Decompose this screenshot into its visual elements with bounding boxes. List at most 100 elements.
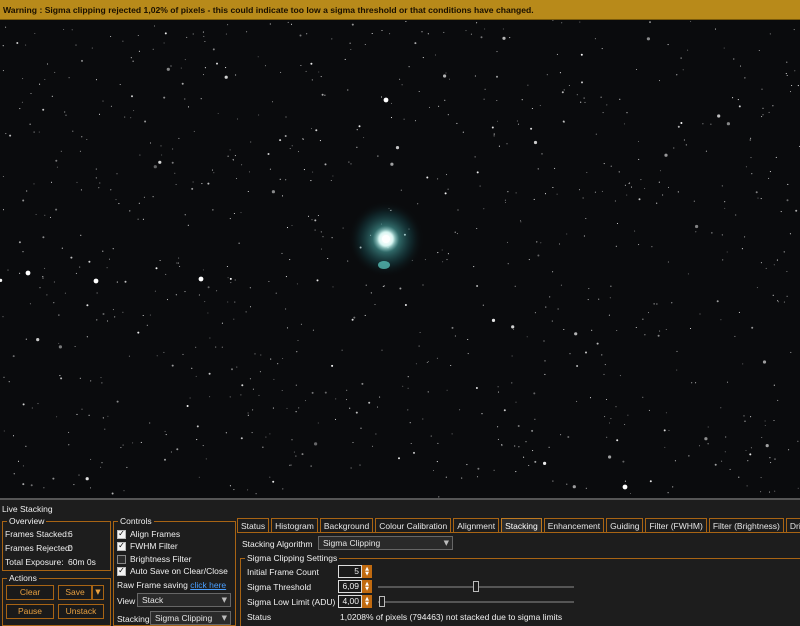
- tab-colour-calibration[interactable]: Colour Calibration: [375, 518, 452, 533]
- star: [13, 473, 15, 475]
- star: [446, 389, 448, 391]
- star: [525, 441, 527, 443]
- star: [203, 35, 205, 37]
- tab-divider: [237, 532, 800, 533]
- tab-alignment[interactable]: Alignment: [453, 518, 500, 533]
- star: [335, 398, 337, 400]
- tab-drift-graph[interactable]: Drift Graph: [785, 518, 800, 533]
- star: [88, 260, 91, 263]
- warning-banner: Warning : Sigma clipping rejected 1,02% …: [0, 0, 800, 20]
- star: [311, 219, 313, 221]
- star: [295, 411, 297, 413]
- pause-button[interactable]: Pause: [6, 604, 54, 619]
- star: [216, 62, 218, 65]
- star: [534, 460, 537, 463]
- tab-status[interactable]: Status: [237, 518, 270, 533]
- star: [624, 423, 626, 426]
- star: [2, 209, 5, 211]
- star: [746, 485, 748, 487]
- stepper-arrows-icon[interactable]: ▲ ▼: [362, 565, 372, 578]
- star: [729, 468, 731, 470]
- star: [248, 171, 251, 173]
- star: [569, 353, 571, 355]
- star: [683, 139, 685, 141]
- star: [275, 292, 277, 294]
- star: [68, 77, 70, 79]
- star: [252, 409, 254, 411]
- star: [73, 484, 75, 486]
- initial-frame-count-value[interactable]: 5: [338, 565, 362, 578]
- tab-background[interactable]: Background: [319, 518, 374, 533]
- star: [744, 420, 746, 422]
- raw-frame-saving-row: Raw Frame saving click here: [117, 580, 226, 590]
- star: [269, 433, 271, 435]
- sigma-threshold-stepper[interactable]: 6,09 ▲ ▼: [338, 580, 372, 593]
- tab-filter-fwhm[interactable]: Filter (FWHM): [645, 518, 707, 533]
- star: [159, 259, 161, 262]
- stepper-arrows-icon[interactable]: ▲ ▼: [362, 580, 372, 593]
- star: [549, 296, 551, 298]
- star: [269, 168, 271, 170]
- star: [270, 358, 272, 360]
- align-frames-checkbox[interactable]: ✓ Align Frames: [117, 528, 180, 540]
- view-select[interactable]: Stack ▼: [137, 593, 231, 607]
- tab-histogram[interactable]: Histogram: [271, 518, 318, 533]
- stacked-image-view[interactable]: [0, 20, 800, 498]
- stepper-arrows-icon[interactable]: ▲ ▼: [362, 595, 372, 608]
- sigma-low-limit-slider[interactable]: [378, 601, 574, 603]
- sigma-threshold-value[interactable]: 6,09: [338, 580, 362, 593]
- star: [580, 53, 583, 56]
- save-button[interactable]: Save: [58, 585, 92, 600]
- stacking-select[interactable]: Sigma Clipping ▼: [150, 611, 231, 625]
- brightness-filter-checkbox[interactable]: Brightness Filter: [117, 553, 191, 565]
- star: [552, 480, 554, 482]
- star: [627, 414, 629, 416]
- star: [407, 376, 409, 378]
- sigma-low-limit-value[interactable]: 4,00: [338, 595, 362, 608]
- star: [637, 140, 640, 143]
- star: [22, 483, 25, 486]
- star: [774, 490, 776, 492]
- star: [215, 346, 217, 348]
- tab-stacking[interactable]: Stacking: [501, 518, 542, 533]
- tab-guiding[interactable]: Guiding: [606, 518, 644, 533]
- star: [259, 371, 261, 373]
- stacking-algorithm-select[interactable]: Sigma Clipping ▼: [318, 536, 453, 550]
- save-dropdown-button[interactable]: ▼: [92, 585, 104, 600]
- star: [788, 449, 790, 451]
- star: [437, 442, 439, 444]
- star: [761, 88, 763, 90]
- star: [42, 277, 44, 279]
- clear-button[interactable]: Clear: [6, 585, 54, 600]
- star: [514, 445, 516, 447]
- initial-frame-count-stepper[interactable]: 5 ▲ ▼: [338, 565, 372, 578]
- star: [417, 203, 419, 205]
- click-here-link[interactable]: click here: [190, 580, 226, 590]
- star: [304, 400, 307, 402]
- star: [567, 436, 570, 438]
- star: [665, 412, 667, 414]
- star: [400, 189, 402, 191]
- unstack-button[interactable]: Unstack: [58, 604, 104, 619]
- star: [381, 29, 383, 32]
- star: [532, 450, 534, 452]
- star: [377, 155, 379, 157]
- tab-enhancement[interactable]: Enhancement: [543, 518, 605, 533]
- star: [517, 425, 520, 427]
- star: [95, 168, 97, 170]
- star: [149, 314, 151, 316]
- check-icon: ✓: [117, 566, 126, 576]
- star: [602, 112, 604, 114]
- frames-rejected-row: Frames Rejected:: [5, 543, 72, 553]
- auto-save-checkbox[interactable]: ✓ Auto Save on Clear/Close: [117, 565, 228, 577]
- star: [5, 133, 7, 135]
- fwhm-filter-checkbox[interactable]: ✓ FWHM Filter: [117, 540, 178, 552]
- star: [601, 190, 603, 192]
- tab-filter-brightness[interactable]: Filter (Brightness): [708, 518, 784, 533]
- sigma-low-limit-slider-thumb[interactable]: [379, 596, 385, 607]
- sigma-threshold-slider-thumb[interactable]: [473, 581, 479, 592]
- sigma-low-limit-stepper[interactable]: 4,00 ▲ ▼: [338, 595, 372, 608]
- star: [70, 256, 73, 259]
- star: [626, 194, 628, 196]
- star: [537, 168, 539, 170]
